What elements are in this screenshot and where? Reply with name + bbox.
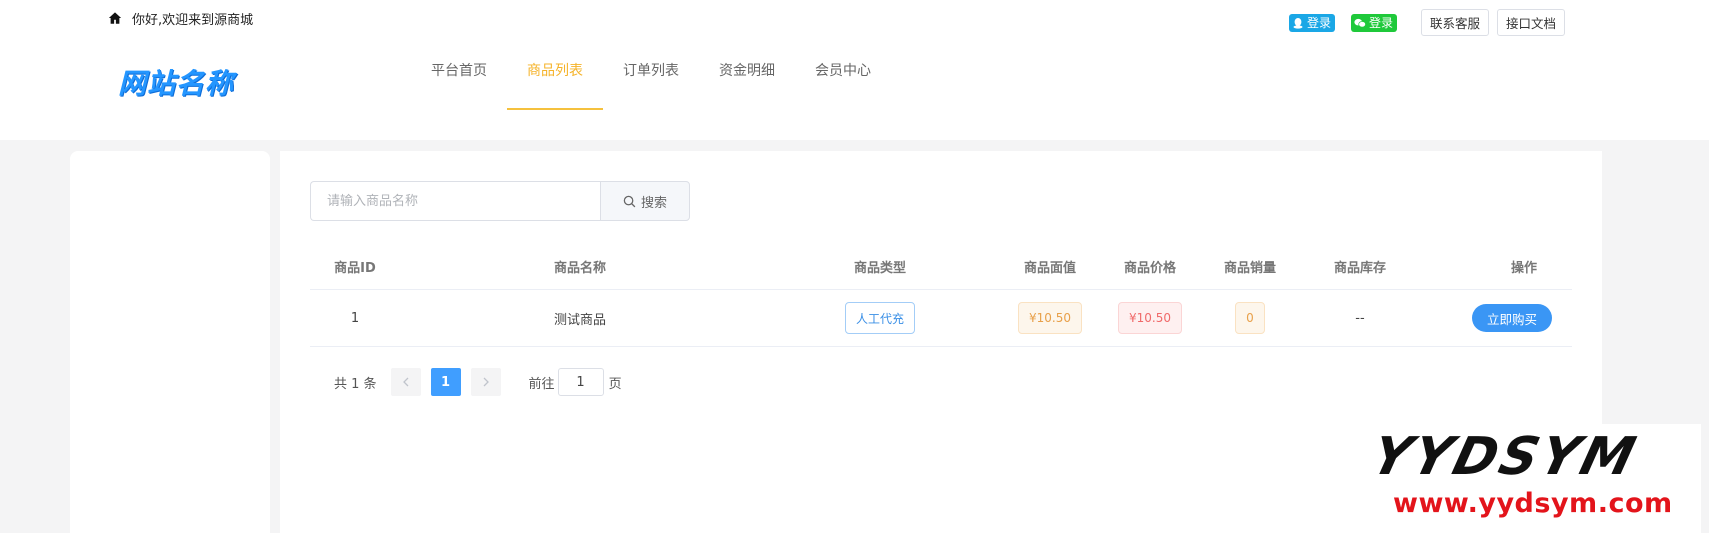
qq-login-label: 登录: [1306, 16, 1331, 30]
sales-tag: 0: [1235, 302, 1265, 334]
cell-stock: --: [1355, 310, 1365, 326]
nav-item-funds[interactable]: 资金明细: [699, 60, 795, 110]
api-docs-button[interactable]: 接口文档: [1496, 9, 1565, 36]
cell-sales: 0: [1200, 302, 1300, 334]
site-logo[interactable]: 网站名称: [118, 62, 234, 102]
type-tag: 人工代充: [844, 302, 915, 334]
page-number-current[interactable]: 1: [430, 368, 461, 396]
cell-face-value: ¥10.50: [1000, 302, 1100, 334]
nav-item-member[interactable]: 会员中心: [795, 60, 891, 110]
cell-action: 立即购买: [1420, 304, 1572, 332]
search-button[interactable]: 搜索: [600, 181, 690, 221]
col-header-name: 商品名称: [553, 261, 606, 276]
search-input[interactable]: [310, 181, 600, 221]
col-header-id: 商品ID: [334, 261, 376, 276]
cell-price: ¥10.50: [1100, 302, 1200, 334]
wechat-login-button[interactable]: 登录: [1350, 13, 1397, 32]
goto-suffix: 页: [608, 376, 622, 392]
wechat-login-label: 登录: [1368, 16, 1393, 30]
col-header-sales: 商品销量: [1223, 261, 1276, 276]
col-header-action: 操作: [1510, 261, 1537, 276]
header-actions: 登录 登录 联系客服 接口文档: [1288, 9, 1565, 36]
wechat-icon: [1354, 18, 1366, 27]
greeting-bar: 你好,欢迎来到源商城: [108, 8, 253, 28]
watermark-title: YYDSYM: [1365, 427, 1644, 487]
prev-page-button[interactable]: [390, 368, 421, 396]
search-icon: [623, 195, 636, 207]
next-page-button[interactable]: [470, 368, 501, 396]
greeting-text: 你好,欢迎来到源商城: [132, 12, 254, 28]
watermark-url: www.yydsym.com: [1393, 488, 1673, 519]
goto-prefix: 前往: [528, 376, 555, 392]
search-button-label: 搜索: [640, 195, 667, 211]
col-header-face-value: 商品面值: [1023, 261, 1076, 276]
nav-item-home[interactable]: 平台首页: [411, 60, 507, 110]
price-tag: ¥10.50: [1118, 302, 1182, 334]
main-nav: 平台首页 商品列表 订单列表 资金明细 会员中心: [411, 60, 891, 110]
cell-id: 1: [350, 310, 360, 326]
buy-now-button[interactable]: 立即购买: [1472, 304, 1552, 332]
cell-name: 测试商品: [553, 312, 606, 328]
search-bar: 搜索: [310, 181, 690, 221]
col-header-type: 商品类型: [853, 261, 906, 276]
table-header: 商品ID 商品名称 商品类型 商品面值 商品价格 商品销量 商品库存 操作: [310, 244, 1572, 290]
face-value-tag: ¥10.50: [1018, 302, 1082, 334]
top-header: 你好,欢迎来到源商城 登录 登录 联系客服 接口文档 网站名称 平台首页 商品列…: [0, 0, 1709, 140]
left-sidebar: [70, 151, 270, 533]
watermark: YYDSYM www.yydsym.com: [1365, 424, 1701, 533]
chevron-right-icon: [483, 377, 489, 387]
col-header-price: 商品价格: [1123, 261, 1176, 276]
col-header-stock: 商品库存: [1333, 261, 1386, 276]
cell-type: 人工代充: [760, 302, 1000, 334]
nav-item-orders[interactable]: 订单列表: [603, 60, 699, 110]
pagination: 共 1 条 1 前往 页: [334, 368, 622, 396]
table-row: 1 测试商品 人工代充 ¥10.50 ¥10.50 0 -- 立即购买: [310, 290, 1572, 347]
home-icon[interactable]: [108, 11, 122, 25]
goto-page-input[interactable]: [557, 368, 604, 396]
qq-login-button[interactable]: 登录: [1288, 13, 1335, 32]
product-table: 商品ID 商品名称 商品类型 商品面值 商品价格 商品销量 商品库存 操作 1 …: [310, 244, 1572, 347]
qq-icon: [1293, 17, 1303, 29]
total-count: 共 1 条: [334, 376, 377, 392]
goto-page: 前往 页: [529, 368, 622, 396]
contact-service-button[interactable]: 联系客服: [1420, 9, 1489, 36]
nav-item-products[interactable]: 商品列表: [507, 60, 603, 110]
chevron-left-icon: [402, 377, 409, 387]
